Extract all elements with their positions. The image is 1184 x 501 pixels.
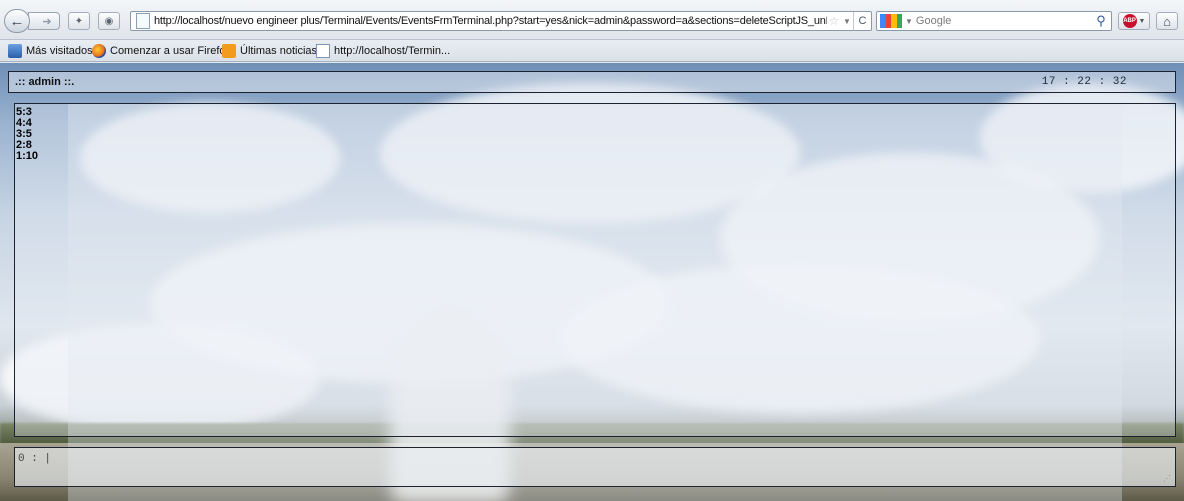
resize-grip-icon[interactable]: ⋰ xyxy=(1163,475,1171,483)
puzzle-icon: ✦ xyxy=(74,15,84,27)
bookmark-firefox[interactable]: Comenzar a usar Firefox xyxy=(92,43,231,59)
back-button[interactable]: ← xyxy=(4,9,30,33)
bookmark-label: Comenzar a usar Firefox xyxy=(110,45,232,57)
rss-icon xyxy=(222,44,236,58)
google-engine-icon[interactable] xyxy=(880,14,902,28)
clock: 17 : 22 : 32 xyxy=(1041,76,1127,88)
command-prompt[interactable]: 0 : | xyxy=(18,453,51,465)
output-list: 5:3 4:4 3:5 2:8 1:10 xyxy=(15,107,38,162)
extension-button-1[interactable]: ✦ xyxy=(68,12,90,30)
search-bar[interactable]: ▼ Google ⚲ xyxy=(876,11,1112,31)
adblock-icon: ABP xyxy=(1122,14,1137,28)
forward-button[interactable]: ➔ xyxy=(28,12,60,30)
reload-icon[interactable]: C xyxy=(853,12,871,30)
url-bar[interactable]: http://localhost/nuevo engineer plus/Ter… xyxy=(130,11,872,31)
bookmark-most-visited[interactable]: Más visitados xyxy=(8,43,93,59)
home-button[interactable]: ⌂ xyxy=(1156,12,1178,30)
bookmark-label: Más visitados xyxy=(26,45,93,57)
firefox-icon xyxy=(92,44,106,58)
magnifier-icon[interactable]: ⚲ xyxy=(1091,13,1111,29)
most-visited-icon xyxy=(8,44,22,58)
user-label: .:: admin ::. xyxy=(15,76,75,88)
search-input[interactable]: Google xyxy=(916,15,1091,27)
eye-icon: ◉ xyxy=(104,15,114,27)
bookmarks-toolbar: Más visitados Comenzar a usar Firefox Úl… xyxy=(0,40,1184,62)
back-forward-group: ➔ ← xyxy=(4,9,62,33)
output-line: 1:10 xyxy=(16,150,39,162)
engine-dropdown-icon[interactable]: ▼ xyxy=(905,17,913,26)
adblock-button[interactable]: ABP ▼ xyxy=(1118,12,1150,30)
home-icon: ⌂ xyxy=(1163,13,1171,29)
bookmark-news[interactable]: Últimas noticias xyxy=(222,43,317,59)
terminal-input[interactable]: 0 : | ⋰ xyxy=(14,447,1176,487)
back-arrow-icon: ← xyxy=(9,12,25,30)
bookmark-label: Últimas noticias xyxy=(240,45,318,57)
page-favicon-icon xyxy=(136,13,150,29)
star-icon[interactable]: ☆ xyxy=(827,14,841,28)
navigation-toolbar: ➔ ← ✦ ◉ http://localhost/nuevo engineer … xyxy=(0,0,1184,40)
url-dropdown-icon[interactable]: ▼ xyxy=(841,17,853,26)
url-text[interactable]: http://localhost/nuevo engineer plus/Ter… xyxy=(154,15,827,27)
bookmark-localhost[interactable]: http://localhost/Termin... xyxy=(316,43,450,59)
forward-arrow-icon: ➔ xyxy=(42,15,52,28)
terminal-header: .:: admin ::. 17 : 22 : 32 xyxy=(8,71,1176,93)
terminal-output: 5:3 4:4 3:5 2:8 1:10 xyxy=(14,103,1176,437)
extension-button-2[interactable]: ◉ xyxy=(98,12,120,30)
page-icon xyxy=(316,44,330,58)
bookmark-label: http://localhost/Termin... xyxy=(334,45,451,57)
adblock-dropdown-icon: ▼ xyxy=(1138,17,1146,25)
page-content: .:: admin ::. 17 : 22 : 32 5:3 4:4 3:5 2… xyxy=(0,63,1184,501)
